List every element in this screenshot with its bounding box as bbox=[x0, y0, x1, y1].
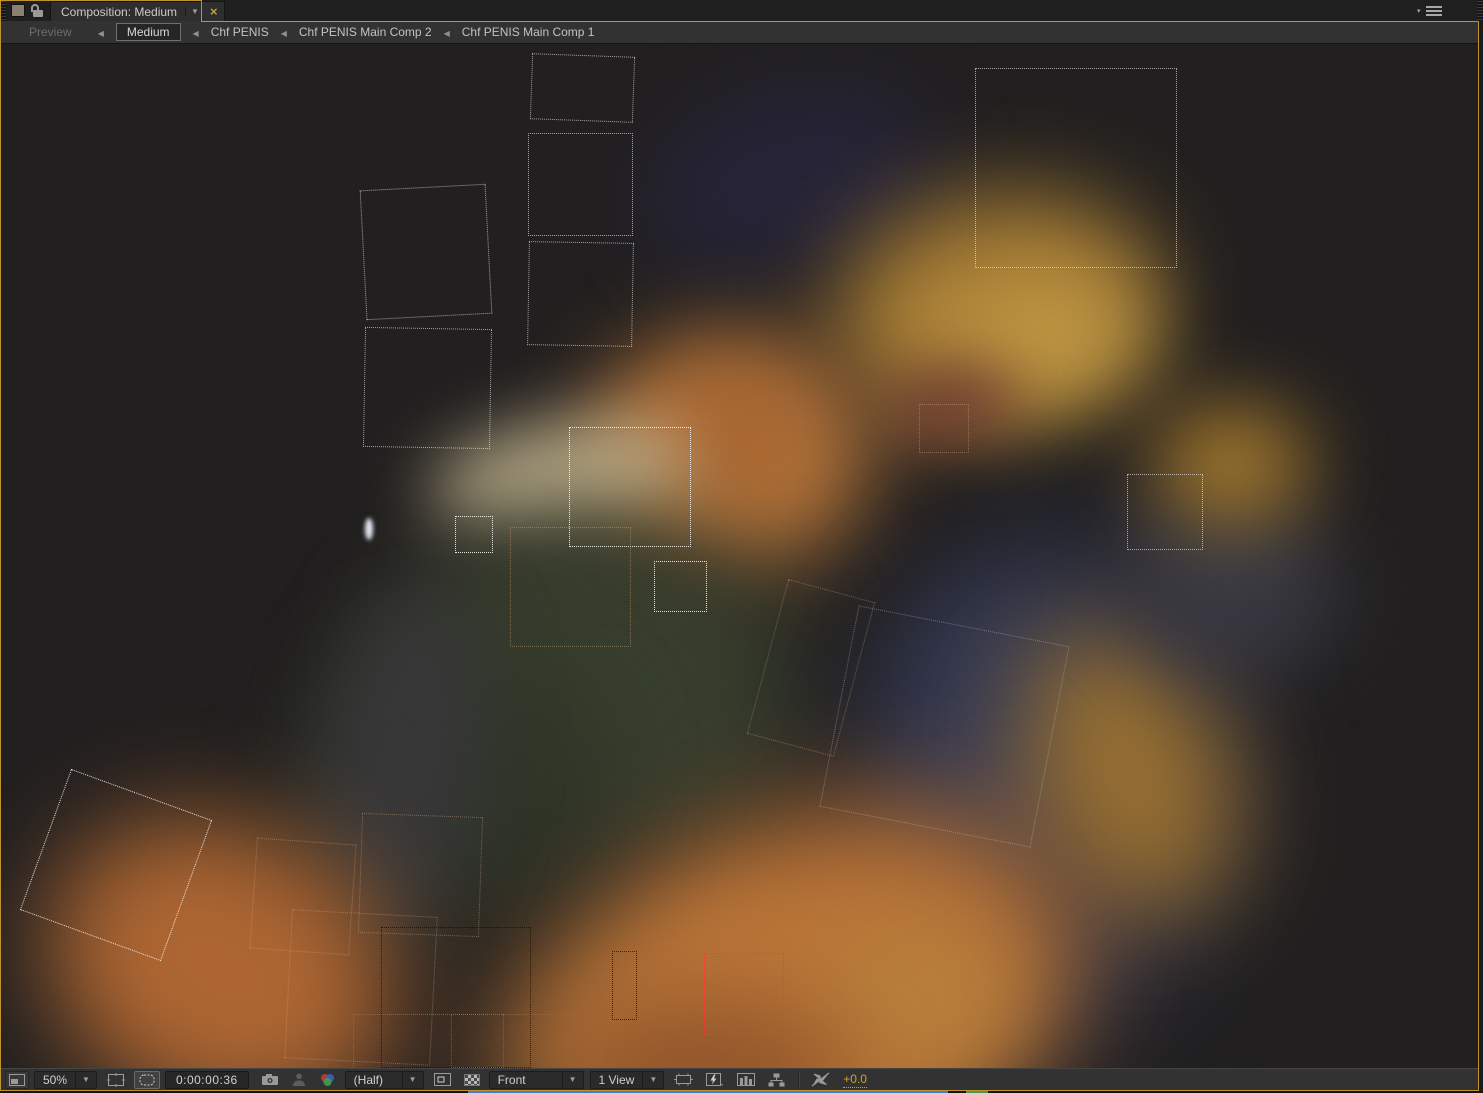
magnification-value: 50% bbox=[35, 1073, 75, 1087]
breadcrumb-item[interactable]: Medium bbox=[116, 23, 181, 41]
active-panel-border bbox=[0, 0, 201, 1]
current-time-field[interactable]: 0:00:00:36 bbox=[165, 1071, 249, 1089]
region-of-interest-icon[interactable] bbox=[430, 1071, 455, 1089]
magnification-select[interactable]: 50% ▼ bbox=[34, 1071, 97, 1089]
pixel-aspect-correction-icon[interactable] bbox=[670, 1071, 697, 1089]
timecode-value: 0:00:00:36 bbox=[176, 1073, 238, 1087]
layer-outline bbox=[1127, 474, 1203, 550]
layer-outline bbox=[510, 527, 631, 647]
timeline-icon[interactable] bbox=[733, 1071, 759, 1089]
composition-tab[interactable]: Composition: Medium ▼ × bbox=[50, 1, 225, 21]
reset-exposure-icon[interactable] bbox=[807, 1071, 834, 1089]
rgb-channels-icon[interactable] bbox=[315, 1071, 340, 1089]
active-panel-border bbox=[1478, 21, 1479, 1091]
active-panel-border bbox=[0, 0, 1, 1091]
layer-outline bbox=[919, 404, 969, 453]
composition-toolbar: 50% ▼ 0:00:00:36 (Half) ▼ Front ▼ 1 View… bbox=[1, 1068, 1478, 1090]
composition-navigator: Preview ◀ Medium ◀ Chf PENIS ◀ Chf PENIS Main… bbox=[1, 21, 1478, 44]
comp-flowchart-icon[interactable] bbox=[764, 1071, 789, 1089]
breadcrumb-item[interactable]: Chf PENIS bbox=[211, 25, 269, 39]
toolbar-divider bbox=[798, 1072, 799, 1088]
active-panel-border bbox=[0, 1090, 1479, 1091]
chevron-down-icon: ▼ bbox=[642, 1072, 663, 1088]
composition-tab-label: Composition: Medium bbox=[57, 5, 185, 19]
active-panel-border bbox=[201, 0, 202, 22]
breadcrumb-item[interactable]: Chf PENIS Main Comp 1 bbox=[462, 25, 595, 39]
layer-outline bbox=[975, 68, 1177, 268]
active-panel-border bbox=[201, 21, 1478, 22]
resolution-select[interactable]: (Half) ▼ bbox=[345, 1071, 424, 1089]
breadcrumb-item[interactable]: Chf PENIS Main Comp 2 bbox=[299, 25, 432, 39]
breadcrumb-arrow-icon: ◀ bbox=[444, 29, 450, 38]
layer-outline bbox=[612, 951, 637, 1020]
chevron-down-icon: ▼ bbox=[562, 1072, 583, 1088]
layer-outline bbox=[360, 184, 493, 320]
view-layout-select[interactable]: 1 View ▼ bbox=[590, 1071, 665, 1089]
view-layout-value: 1 View bbox=[591, 1073, 643, 1087]
layer-outline bbox=[363, 327, 492, 449]
3d-view-value: Front bbox=[490, 1073, 562, 1087]
layer-outline bbox=[451, 1014, 504, 1068]
artwork-color-blob bbox=[365, 518, 373, 540]
breadcrumb-arrow-icon: ◀ bbox=[193, 29, 199, 38]
show-snapshot-person-icon[interactable] bbox=[288, 1071, 310, 1089]
layer-outline bbox=[527, 241, 634, 347]
breadcrumb: ◀ Medium ◀ Chf PENIS ◀ Chf PENIS Main Comp 2 ◀… bbox=[86, 25, 595, 39]
layer-outline bbox=[358, 813, 483, 937]
3d-view-select[interactable]: Front ▼ bbox=[489, 1071, 584, 1089]
layer-outline bbox=[530, 53, 635, 123]
breadcrumb-arrow-icon: ◀ bbox=[281, 29, 287, 38]
chevron-down-icon: ▼ bbox=[75, 1072, 96, 1088]
tab-close-icon[interactable]: × bbox=[210, 7, 218, 17]
layer-outline bbox=[654, 561, 707, 612]
panel-tab-strip: Composition: Medium ▼ × ▾ bbox=[0, 0, 1483, 21]
panel-gripper-right-icon[interactable] bbox=[1477, 0, 1483, 21]
exposure-value[interactable]: +0.0 bbox=[843, 1072, 867, 1088]
transparency-grid-icon[interactable] bbox=[460, 1071, 484, 1089]
layer-outline bbox=[455, 516, 493, 553]
resolution-value: (Half) bbox=[346, 1073, 402, 1087]
layer-outline bbox=[528, 133, 633, 236]
layer-outline bbox=[704, 953, 784, 1035]
panel-menu-button[interactable]: ▾ bbox=[1417, 5, 1443, 17]
breadcrumb-arrow-icon: ◀ bbox=[98, 29, 104, 38]
panel-menu-icon bbox=[1426, 6, 1442, 16]
always-preview-view-icon[interactable] bbox=[5, 1071, 29, 1089]
unlock-icon[interactable] bbox=[31, 4, 43, 17]
breadcrumb-preview: Preview bbox=[29, 25, 72, 39]
panel-color-swatch-icon bbox=[11, 4, 25, 17]
snapshot-camera-icon[interactable] bbox=[257, 1071, 283, 1089]
chevron-down-icon: ▼ bbox=[402, 1072, 423, 1088]
grid-guides-options-icon[interactable] bbox=[103, 1071, 129, 1089]
viewport-canvas[interactable] bbox=[1, 44, 1478, 1068]
fast-previews-icon[interactable] bbox=[702, 1071, 728, 1089]
mask-visibility-toggle-icon[interactable] bbox=[134, 1071, 160, 1089]
